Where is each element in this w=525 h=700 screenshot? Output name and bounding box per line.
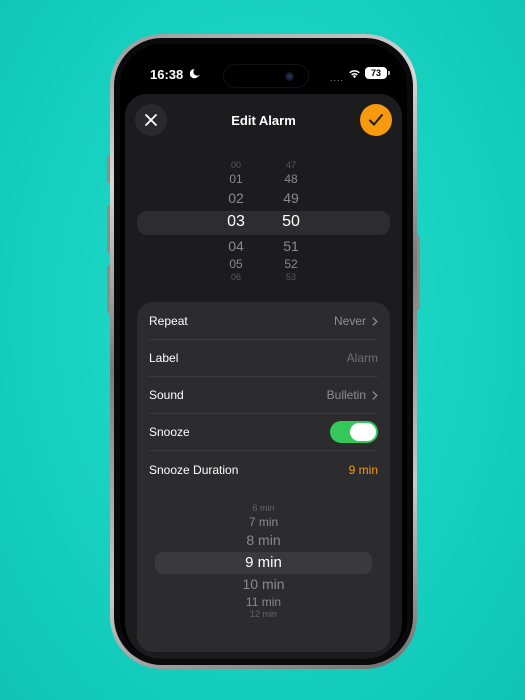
repeat-label: Repeat xyxy=(149,314,188,328)
duration-option[interactable]: 10 min xyxy=(137,576,390,592)
repeat-value-text: Never xyxy=(333,314,366,328)
phone-frame: 16:38 .... 73 Edit Alarm 00 01 02 03 04 … xyxy=(110,34,417,669)
wifi-icon xyxy=(349,70,360,79)
save-button[interactable] xyxy=(360,104,392,136)
minute-option-selected[interactable]: 50 xyxy=(271,213,311,231)
sound-label: Sound xyxy=(149,388,184,402)
camera-icon xyxy=(285,72,294,81)
alarm-settings-group: Repeat Never Label Alarm Sound Bulletin … xyxy=(137,302,390,652)
sound-row[interactable]: Sound Bulletin xyxy=(149,377,378,414)
label-row[interactable]: Label Alarm xyxy=(149,340,378,377)
minute-option[interactable]: 48 xyxy=(271,172,311,186)
snooze-duration-value: 9 min xyxy=(348,462,378,477)
dynamic-island xyxy=(223,64,309,88)
moon-icon xyxy=(190,69,200,79)
time-selection-highlight xyxy=(137,211,390,235)
toggle-knob xyxy=(350,423,376,441)
chevron-right-icon xyxy=(372,316,378,326)
battery-icon: 73 xyxy=(365,67,390,79)
duration-option-selected[interactable]: 9 min xyxy=(137,554,390,571)
phone-bezel: 16:38 .... 73 Edit Alarm 00 01 02 03 04 … xyxy=(114,38,413,665)
label-label: Label xyxy=(149,351,179,365)
minute-option[interactable]: 52 xyxy=(271,257,311,271)
hour-option[interactable]: 02 xyxy=(216,190,256,206)
duration-option[interactable]: 11 min xyxy=(137,595,390,609)
minute-option[interactable]: 49 xyxy=(271,190,311,206)
minute-option[interactable]: 47 xyxy=(271,160,311,170)
sound-value: Bulletin xyxy=(327,388,378,402)
status-bar: 16:38 .... 73 xyxy=(120,64,407,88)
sound-value-text: Bulletin xyxy=(326,388,366,402)
status-time: 16:38 xyxy=(150,67,184,82)
hour-option[interactable]: 00 xyxy=(216,160,256,170)
signal-icon: .... xyxy=(330,73,345,83)
label-field[interactable]: Alarm xyxy=(347,351,378,365)
hour-option[interactable]: 01 xyxy=(216,172,256,186)
checkmark-icon xyxy=(369,114,383,126)
phone-screen: 16:38 .... 73 Edit Alarm 00 01 02 03 04 … xyxy=(120,44,407,659)
minute-option[interactable]: 53 xyxy=(271,272,311,282)
duration-option[interactable]: 12 min xyxy=(137,609,390,619)
hour-option-selected[interactable]: 03 xyxy=(216,213,256,231)
snooze-label: Snooze xyxy=(149,425,190,439)
repeat-value: Never xyxy=(334,314,378,328)
snooze-duration-row[interactable]: Snooze Duration 9 min xyxy=(149,451,378,488)
snooze-duration-label: Snooze Duration xyxy=(149,462,239,477)
snooze-toggle[interactable] xyxy=(330,421,378,443)
duration-option[interactable]: 7 min xyxy=(137,515,390,529)
minute-option[interactable]: 51 xyxy=(271,238,311,254)
time-picker[interactable]: 00 01 02 03 04 05 06 47 48 49 50 51 52 5… xyxy=(125,160,402,282)
repeat-row[interactable]: Repeat Never xyxy=(149,303,378,340)
snooze-duration-picker[interactable]: 6 min 7 min 8 min 9 min 10 min 11 min 12… xyxy=(137,498,390,628)
hour-option[interactable]: 06 xyxy=(216,272,256,282)
chevron-right-icon xyxy=(372,390,378,400)
duration-option[interactable]: 6 min xyxy=(137,503,390,513)
hour-option[interactable]: 04 xyxy=(216,238,256,254)
hour-option[interactable]: 05 xyxy=(216,257,256,271)
snooze-row: Snooze xyxy=(149,414,378,451)
duration-option[interactable]: 8 min xyxy=(137,532,390,548)
edit-alarm-sheet: Edit Alarm 00 01 02 03 04 05 06 47 48 49… xyxy=(125,94,402,659)
